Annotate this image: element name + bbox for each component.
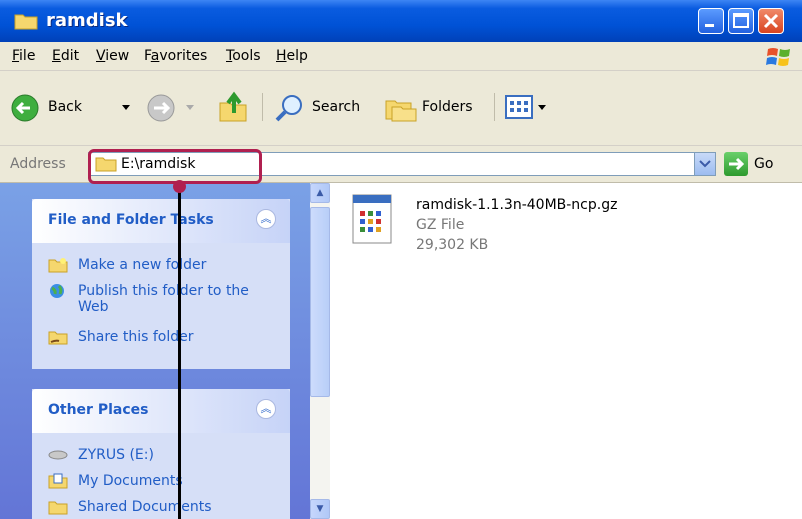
back-button[interactable]: Back (10, 93, 130, 123)
back-label: Back (48, 99, 82, 115)
collapse-chevron-icon[interactable]: ︽ (256, 209, 276, 229)
go-button[interactable] (724, 152, 748, 176)
new-folder-icon (48, 258, 68, 273)
place-my-documents[interactable]: My Documents (48, 473, 183, 489)
search-label: Search (312, 99, 361, 115)
menu-edit[interactable]: Edit (52, 48, 79, 64)
windows-logo-icon (766, 48, 790, 66)
place-label: ZYRUS (E:) (78, 447, 154, 463)
file-type: GZ File (416, 217, 465, 233)
file-size: 29,302 KB (416, 237, 489, 253)
go-label[interactable]: Go (754, 156, 773, 172)
folders-icon (385, 100, 417, 122)
task-publish-folder[interactable]: Publish this folder to the Web (48, 283, 278, 315)
scroll-up-button[interactable]: ▲ (310, 183, 330, 203)
maximize-icon (733, 13, 749, 28)
folders-label: Folders (422, 99, 473, 115)
title-bar[interactable]: ramdisk (0, 0, 802, 42)
panel-title: Other Places (48, 402, 149, 418)
place-label: Shared Documents (78, 499, 212, 515)
go-arrow-icon (729, 157, 745, 171)
callout-line (178, 184, 181, 519)
maximize-button[interactable] (728, 8, 754, 34)
file-list-pane: ramdisk-1.1.3n-40MB-ncp.gz GZ File 29,30… (330, 183, 802, 519)
callout-dot (173, 180, 186, 193)
menu-file[interactable]: File (12, 48, 35, 64)
task-label: Share this folder (78, 329, 194, 345)
forward-button[interactable] (146, 93, 202, 123)
shared-folder-icon (48, 501, 68, 515)
scroll-down-button[interactable]: ▼ (310, 499, 330, 519)
panel-header[interactable]: Other Places ︽ (32, 389, 290, 433)
minimize-icon (705, 24, 714, 27)
back-arrow-icon (11, 94, 39, 122)
place-zyrus-drive[interactable]: ZYRUS (E:) (48, 447, 154, 463)
place-label: My Documents (78, 473, 183, 489)
task-share-folder[interactable]: Share this folder (48, 329, 194, 345)
close-button[interactable] (758, 8, 784, 34)
share-folder-icon (48, 331, 68, 345)
folders-button[interactable]: Folders (384, 93, 484, 123)
address-dropdown-button[interactable] (694, 153, 715, 175)
toolbar: Back Search Folders (0, 71, 802, 146)
other-places-panel: Other Places ︽ ZYRUS (E:) My Documents S… (32, 389, 290, 519)
views-button[interactable] (504, 93, 556, 123)
search-button[interactable]: Search (274, 93, 370, 123)
toolbar-separator (494, 93, 495, 121)
task-make-new-folder[interactable]: Make a new folder (48, 257, 206, 273)
address-callout-highlight (88, 149, 262, 184)
task-label: Make a new folder (78, 257, 207, 273)
address-label: Address (10, 156, 66, 172)
chevron-down-icon (699, 160, 711, 168)
place-shared-documents[interactable]: Shared Documents (48, 499, 212, 515)
window-title: ramdisk (46, 10, 128, 31)
views-icon (505, 95, 533, 119)
menu-favorites[interactable]: Favorites (144, 48, 207, 64)
explorer-window: ramdisk File Edit View Favorites Tools H… (0, 0, 802, 519)
panel-title: File and Folder Tasks (48, 212, 214, 228)
scroll-thumb[interactable] (310, 207, 330, 397)
collapse-chevron-icon[interactable]: ︽ (256, 399, 276, 419)
search-icon (275, 95, 302, 122)
panel-header[interactable]: File and Folder Tasks ︽ (32, 199, 290, 243)
dropdown-arrow-icon (538, 105, 546, 110)
file-name: ramdisk-1.1.3n-40MB-ncp.gz (416, 197, 618, 213)
task-label: Publish this folder to the Web (78, 283, 249, 315)
task-pane-scrollbar[interactable]: ▲ ▼ (310, 183, 330, 519)
dropdown-arrow-icon (122, 105, 130, 110)
dropdown-arrow-icon (186, 105, 194, 110)
file-folder-tasks-panel: File and Folder Tasks ︽ Make a new folde… (32, 199, 290, 369)
minimize-button[interactable] (698, 8, 724, 34)
documents-folder-icon (48, 473, 68, 489)
menu-help[interactable]: Help (276, 48, 308, 64)
gz-file-icon (352, 194, 392, 244)
folder-icon (14, 14, 38, 30)
close-icon (763, 13, 779, 29)
forward-arrow-icon (147, 94, 175, 122)
drive-icon (48, 450, 68, 460)
globe-icon (50, 284, 64, 298)
up-folder-icon[interactable] (218, 91, 248, 123)
task-pane: File and Folder Tasks ︽ Make a new folde… (0, 183, 330, 519)
menu-view[interactable]: View (96, 48, 129, 64)
menu-tools[interactable]: Tools (226, 48, 261, 64)
toolbar-separator (262, 93, 263, 121)
menu-bar: File Edit View Favorites Tools Help (0, 42, 802, 71)
